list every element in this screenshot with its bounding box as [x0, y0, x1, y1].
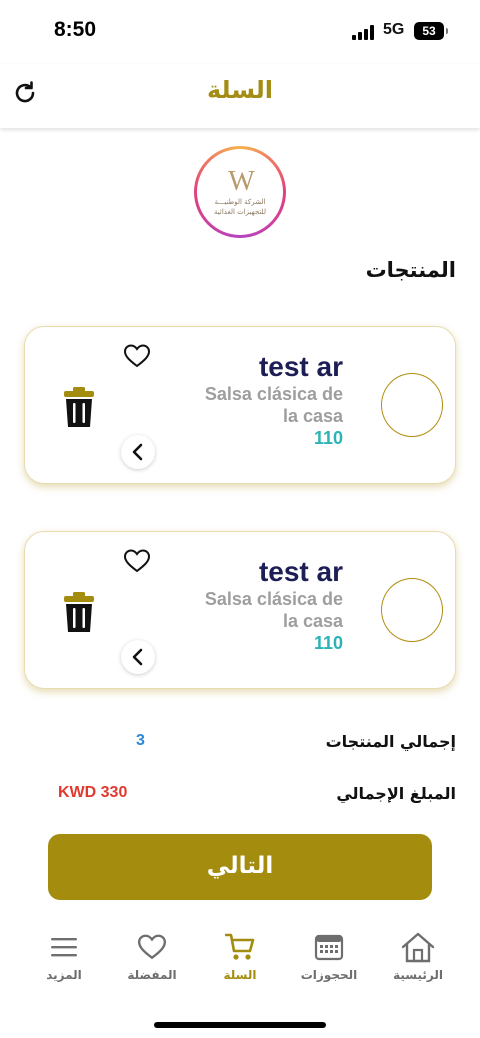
chevron-left-icon[interactable]: [121, 640, 155, 674]
tab-bookings-label: الحجوزات: [300, 968, 358, 982]
product-name: test ar: [258, 556, 343, 587]
trash-icon[interactable]: [63, 590, 95, 634]
status-time: 8:50: [54, 18, 97, 41]
menu-icon: [16, 930, 112, 964]
logo-text-line1: الشركة الوطنيـــة: [214, 198, 266, 206]
chevron-left-icon[interactable]: [121, 435, 155, 469]
tab-more[interactable]: المزيد: [16, 930, 112, 982]
header: السلة: [0, 64, 480, 128]
tab-cart[interactable]: السلة: [192, 930, 288, 982]
heart-icon[interactable]: [123, 343, 151, 369]
summary-count-value: 3: [136, 732, 145, 749]
tab-home-label: الرئيسية: [393, 968, 443, 982]
next-button[interactable]: التالي: [48, 834, 432, 900]
product-description-line2: la casa: [282, 611, 343, 631]
battery-icon: 53: [414, 22, 448, 40]
logo-text-line2: للتجهيزات الغذائية: [214, 208, 266, 216]
product-image: [381, 578, 443, 642]
summary-total-row: المبلغ الإجمالي KWD 330: [24, 784, 456, 812]
trash-icon[interactable]: [63, 385, 95, 429]
summary-total-value: KWD 330: [58, 784, 128, 801]
summary-count-row: إجمالي المنتجات 3: [24, 732, 456, 760]
tab-favorites[interactable]: المفضلة: [104, 930, 200, 982]
product-name: test ar: [258, 351, 343, 382]
network-type: 5G: [383, 21, 405, 38]
tab-cart-label: السلة: [223, 968, 257, 982]
signal-icon: [352, 24, 376, 40]
tab-bookings[interactable]: الحجوزات: [281, 930, 377, 982]
tab-more-label: المزيد: [46, 968, 82, 982]
calendar-icon: [281, 930, 377, 964]
product-price: 110: [313, 428, 343, 448]
bottom-tab-bar: الرئيسية الحجوزات السلة المفضلة المزيد: [0, 930, 480, 1000]
tab-favorites-label: المفضلة: [127, 968, 177, 982]
home-icon: [370, 930, 466, 964]
product-price: 110: [313, 633, 343, 653]
product-description-line2: la casa: [282, 406, 343, 426]
tab-home[interactable]: الرئيسية: [370, 930, 466, 982]
product-description-line1: Salsa clásica de: [204, 384, 343, 404]
page-title: السلة: [206, 76, 273, 104]
logo-mark: W: [228, 166, 254, 197]
product-description: Salsa clásica de la casa: [173, 588, 343, 632]
section-title: المنتجات: [365, 258, 456, 282]
product-card[interactable]: test ar Salsa clásica de la casa 110: [24, 531, 456, 689]
summary-total-label: المبلغ الإجمالي: [336, 784, 456, 803]
status-bar: 8:50 5G 53: [0, 0, 480, 64]
store-logo: W الشركة الوطنيـــة للتجهيزات الغذائية: [194, 146, 286, 238]
product-description: Salsa clásica de la casa: [173, 383, 343, 427]
cart-icon: [192, 930, 288, 964]
home-indicator: [154, 1022, 326, 1028]
product-image: [381, 373, 443, 437]
summary-count-label: إجمالي المنتجات: [325, 732, 456, 751]
heart-icon: [104, 930, 200, 964]
heart-icon[interactable]: [123, 548, 151, 574]
product-card[interactable]: test ar Salsa clásica de la casa 110: [24, 326, 456, 484]
product-description-line1: Salsa clásica de: [204, 589, 343, 609]
